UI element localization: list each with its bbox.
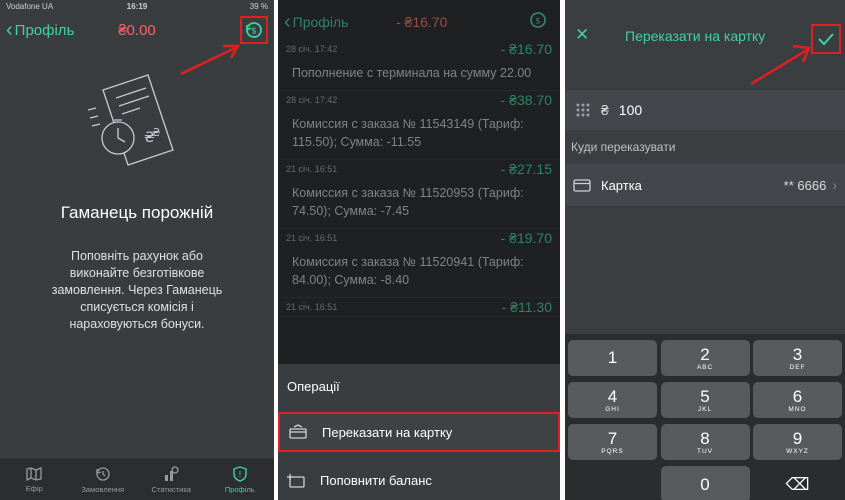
nav-bar: ‹ Профіль - ₴16.70 $ [278, 8, 560, 36]
key-0[interactable]: 0 [660, 466, 750, 500]
wallet-balance: - ₴16.70 [396, 14, 448, 30]
card-transfer-icon [288, 422, 310, 442]
stats-icon [165, 465, 179, 481]
transaction-balance: - ₴38.70 [500, 92, 552, 108]
tab-label: Статистика [151, 484, 191, 494]
operations-action-sheet: Операції Переказати на картку Поповнити … [278, 364, 560, 500]
svg-text:$: $ [251, 27, 257, 37]
key-2[interactable]: 2 ABC [660, 340, 750, 376]
tab-profile[interactable]: ! Профіль [206, 459, 275, 500]
nav-bar: ✕ Переказати на картку [565, 18, 845, 58]
tab-orders[interactable]: Замовлення [69, 459, 138, 500]
top-up-icon [286, 470, 308, 490]
transaction-row[interactable]: 21 січ. 16:51 - ₴11.30 [278, 298, 560, 317]
svg-text:!: ! [238, 470, 241, 479]
transaction-list: 28 січ. 17:42 - ₴16.70 Пополнение с терми… [278, 40, 560, 317]
key-1[interactable]: 1 [568, 340, 657, 376]
transaction-balance: - ₴19.70 [500, 230, 552, 246]
receipt-timer-illustration: ₴ ₴ [87, 74, 174, 166]
key-5[interactable]: 5 JKL [660, 382, 750, 418]
battery-label: 39 % [249, 1, 268, 11]
key-7[interactable]: 7 PQRS [568, 424, 657, 460]
sheet-title: Операції [287, 379, 340, 394]
tab-stats[interactable]: Статистика [137, 459, 206, 500]
card-number: ** 6666 [783, 177, 827, 193]
transaction-description: Пополнение с терминала на сумму 22.00 [292, 66, 532, 80]
transaction-row[interactable]: 28 січ. 17:42 - ₴16.70 Пополнение с терми… [278, 40, 560, 91]
tab-efir[interactable]: Ефір [0, 459, 69, 500]
key-4[interactable]: 4 GHI [568, 382, 657, 418]
transaction-description: Комиссия с заказа № 11520941 (Тариф: 84.… [292, 255, 524, 287]
wallet-balance: ₴0.00 [118, 22, 156, 39]
key-9[interactable]: 9 WXYZ [753, 424, 842, 460]
svg-text:$: $ [535, 17, 541, 27]
amount-value: 100 [618, 102, 643, 118]
wallet-history-screen: ‹ Профіль - ₴16.70 $ 28 січ. 17:42 - ₴16.… [278, 0, 560, 500]
nav-bar: ‹ Профіль ₴0.00 $ [0, 12, 274, 48]
chevron-right-icon: › [832, 177, 837, 193]
orders-icon [96, 466, 110, 481]
key-3[interactable]: 3 DEF [753, 340, 842, 376]
key-6[interactable]: 6 MNO [753, 382, 842, 418]
map-icon [26, 466, 42, 481]
checkmark-icon [818, 33, 834, 46]
close-icon[interactable]: ✕ [575, 25, 589, 45]
numeric-keypad: 1 2 ABC 3 DEF 4 GHI 5 JKL 6 MNO 7 PQRS 8 TUV 9W… [565, 334, 845, 500]
currency-exchange-icon: $ [246, 22, 262, 38]
top-up-balance-button[interactable]: Поповнити баланс [278, 460, 560, 500]
chevron-left-icon: ‹ [284, 11, 291, 33]
back-label: Профіль [292, 14, 349, 30]
page-title: Переказати на картку [625, 28, 766, 44]
svg-text:₴: ₴ [152, 126, 161, 139]
card-label: Картка [601, 177, 642, 193]
confirm-button[interactable] [811, 24, 841, 54]
backspace-icon: ⌫ [785, 474, 810, 494]
transfer-to-card-button[interactable]: Переказати на картку [278, 412, 560, 452]
transaction-date: 21 січ. 16:51 [286, 302, 338, 312]
transaction-date: 21 січ. 16:51 [286, 233, 338, 243]
tab-label: Профіль [224, 484, 255, 494]
destination-card-row[interactable]: Картка ** 6666 › [565, 164, 845, 206]
currency-exchange-icon[interactable]: $ [528, 10, 548, 30]
transaction-date: 21 січ. 16:51 [286, 164, 338, 174]
destination-section-label: Куди переказувати [571, 140, 676, 154]
empty-wallet-title: Гаманець порожній [60, 203, 214, 222]
key-empty [568, 466, 657, 500]
transfer-to-card-screen: ✕ Переказати на картку ₴ 100 Куди перека… [565, 0, 845, 500]
status-bar: Vodafone UA 16:19 39 % [0, 0, 274, 12]
transfer-label: Переказати на картку [322, 424, 453, 440]
backspace-key[interactable]: ⌫ [753, 466, 842, 500]
tab-bar: Ефір Замовлення Статистика ! Профіль [0, 458, 274, 500]
amount-field[interactable]: ₴ 100 [565, 90, 845, 130]
transaction-description: Комиссия с заказа № 11520953 (Тариф: 74.… [292, 186, 524, 218]
clock-label: 16:19 [126, 1, 148, 11]
transaction-description: Комиссия с заказа № 11543149 (Тариф: 115… [292, 117, 524, 149]
transaction-date: 28 січ. 17:42 [286, 44, 338, 54]
back-button[interactable]: ‹ Профіль [278, 12, 348, 32]
tab-label: Замовлення [81, 484, 125, 494]
wallet-empty-screen: Vodafone UA 16:19 39 % ‹ Профіль ₴0.00 $ [0, 0, 274, 500]
key-8[interactable]: 8 TUV [660, 424, 750, 460]
transaction-row[interactable]: 21 січ. 16:51 - ₴27.15 Комиссия с заказа … [278, 160, 560, 229]
transaction-balance: - ₴27.15 [500, 161, 552, 177]
empty-wallet-description: Поповніть рахунок або виконайте безготів… [51, 249, 223, 331]
shield-icon: ! [233, 465, 247, 482]
keypad-icon [576, 103, 590, 117]
carrier-label: Vodafone UA [6, 1, 54, 11]
transaction-balance: - ₴16.70 [500, 41, 552, 57]
wallet-operations-button[interactable]: $ [240, 16, 268, 44]
credit-card-icon [573, 178, 591, 192]
transaction-row[interactable]: 28 січ. 17:42 - ₴38.70 Комиссия с заказа … [278, 91, 560, 160]
currency-symbol: ₴ [601, 102, 609, 118]
transaction-balance: - ₴11.30 [501, 299, 552, 315]
transaction-row[interactable]: 21 січ. 16:51 - ₴19.70 Комиссия с заказа … [278, 229, 560, 298]
top-up-label: Поповнити баланс [320, 472, 432, 488]
tab-label: Ефір [25, 483, 43, 493]
transaction-date: 28 січ. 17:42 [286, 95, 338, 105]
